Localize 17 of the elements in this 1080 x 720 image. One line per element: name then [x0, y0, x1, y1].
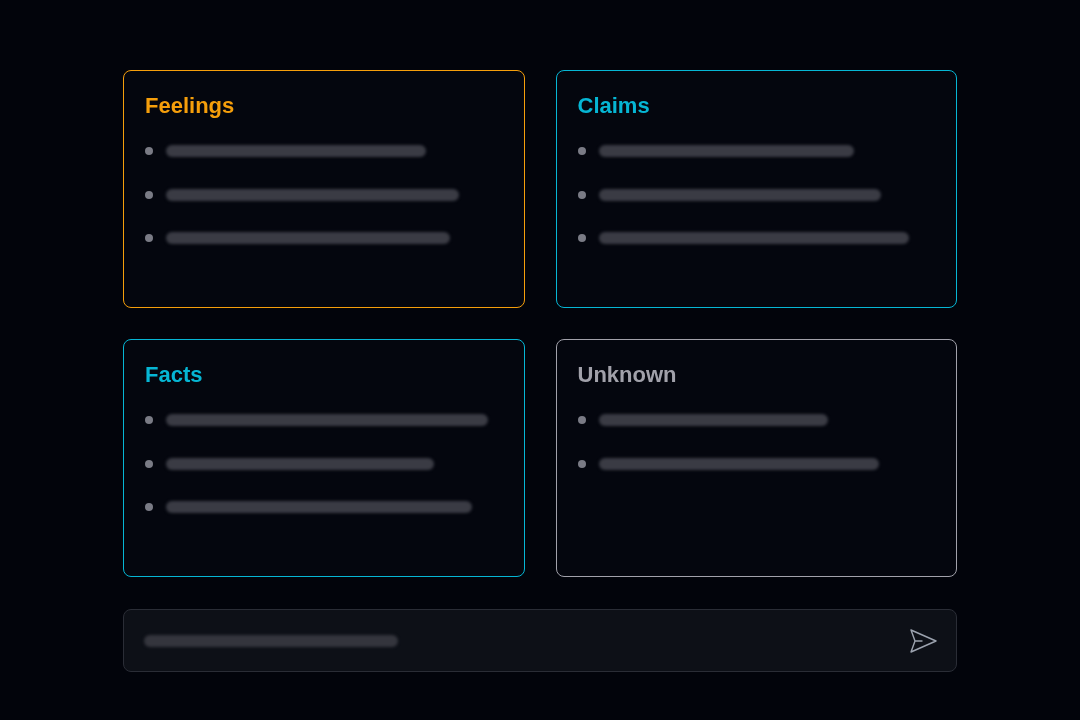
bullet-icon [145, 503, 153, 511]
bullet-icon [145, 234, 153, 242]
message-input-field[interactable] [123, 609, 957, 672]
bullet-icon [577, 147, 586, 155]
bullet-icon [577, 190, 586, 199]
card-title: Facts [145, 361, 203, 389]
send-icon [909, 628, 937, 653]
card-title: Feelings [145, 92, 235, 120]
bullet-icon [145, 459, 153, 468]
bullet-icon [145, 416, 153, 424]
card-title: Claims [577, 92, 650, 120]
bullet-icon [577, 459, 586, 468]
bullet-icon [577, 234, 586, 242]
card-title: Unknown [577, 361, 677, 389]
bullet-icon [145, 190, 153, 199]
bullet-icon [145, 147, 153, 155]
bullet-icon [577, 416, 586, 424]
